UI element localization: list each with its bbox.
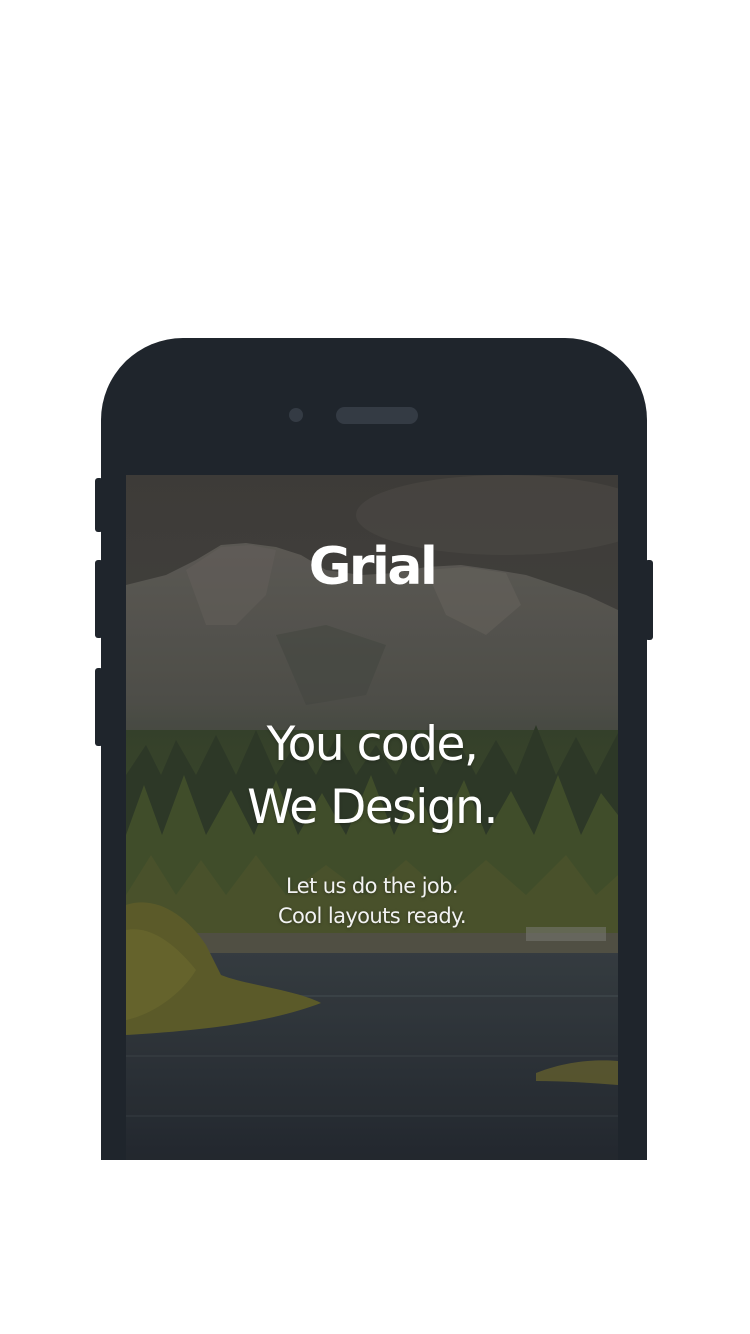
headline-line-1: You code,	[266, 717, 479, 772]
tagline: Let us do the job. Cool layouts ready.	[126, 871, 618, 931]
headline-line-2: We Design.	[247, 780, 498, 835]
hero-headline: You code, We Design.	[126, 713, 618, 839]
tagline-line-2: Cool layouts ready.	[277, 904, 467, 928]
front-camera	[289, 408, 303, 422]
earpiece-speaker	[336, 407, 418, 424]
app-logo: Grial	[308, 537, 438, 597]
tagline-line-1: Let us do the job.	[286, 874, 459, 898]
phone-frame: Grial You code, We Design. Let us do the…	[101, 338, 647, 1160]
phone-screen: Grial You code, We Design. Let us do the…	[126, 475, 618, 1160]
